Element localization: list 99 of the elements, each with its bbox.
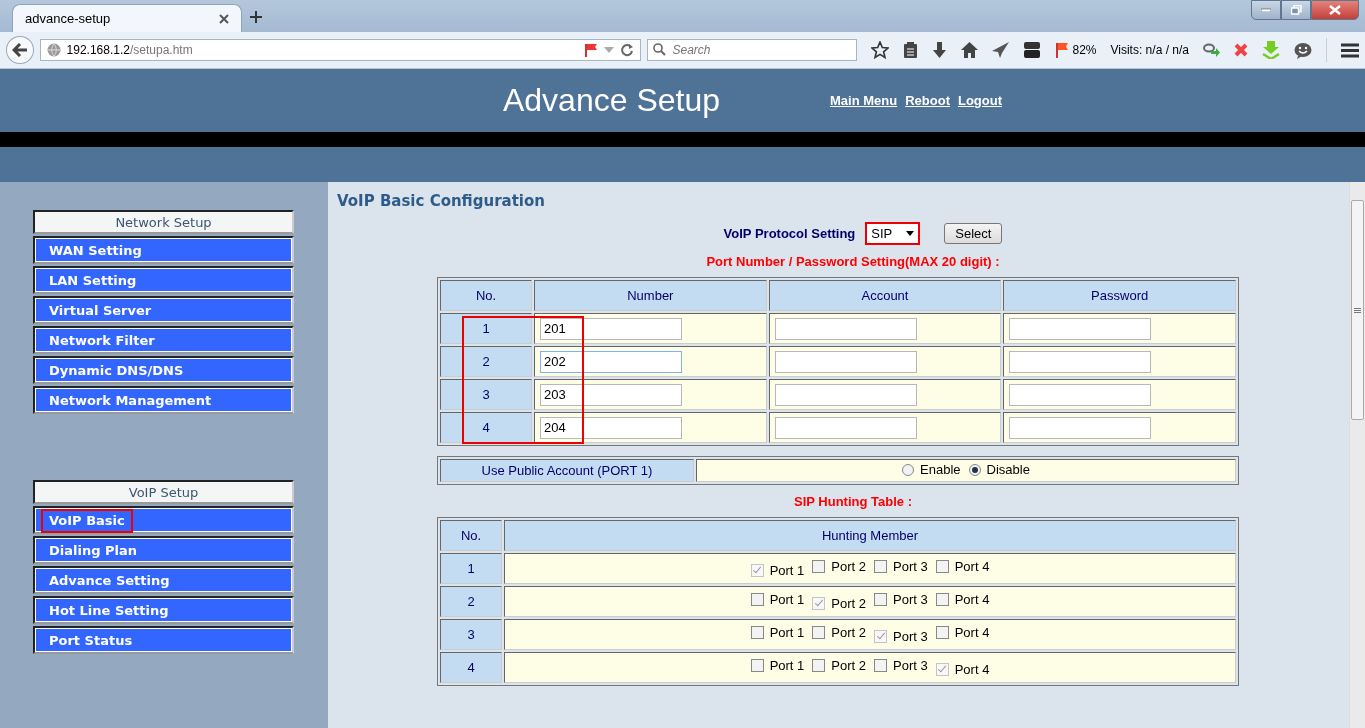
column-header: Account <box>768 280 1002 311</box>
menu-item[interactable]: WAN Setting <box>33 236 294 264</box>
menu-item[interactable]: Network Management <box>33 386 294 414</box>
checkbox-option[interactable]: Port 3 <box>874 559 928 575</box>
menu-item[interactable]: Virtual Server <box>33 296 294 324</box>
menu-item[interactable]: Dynamic DNS/DNS <box>33 356 294 384</box>
column-header: Number <box>534 280 767 311</box>
page-title: Advance Setup <box>502 82 720 119</box>
table-cell: Use Public Account (PORT 1) <box>440 459 694 482</box>
zoom-level: 82% <box>1072 43 1097 57</box>
password-field[interactable] <box>1009 416 1152 439</box>
table-cell: 1 <box>440 313 532 344</box>
column-header: Hunting Member <box>504 520 1236 551</box>
plus-icon[interactable] <box>250 11 262 23</box>
radio-option[interactable]: Disable <box>968 462 1030 478</box>
header-link[interactable]: Reboot <box>905 93 950 108</box>
header-link[interactable]: Logout <box>957 93 1002 108</box>
link-icon[interactable] <box>1203 43 1220 57</box>
checkbox-option[interactable]: Port 2 <box>812 625 866 641</box>
dropdown-arrow-icon <box>906 231 915 236</box>
back-arrow-icon <box>11 43 28 57</box>
cross-icon[interactable] <box>1234 43 1248 57</box>
home-icon[interactable] <box>961 42 979 58</box>
checkbox-option[interactable]: Port 3 <box>874 592 928 608</box>
checkbox-option[interactable]: Port 2 <box>812 559 866 575</box>
flag-icon[interactable] <box>584 43 599 57</box>
table-cell: 4 <box>440 412 532 443</box>
restore-icon <box>1290 5 1302 15</box>
menu-item[interactable]: Advance Setting <box>33 566 294 594</box>
menu-icon[interactable] <box>1341 42 1359 58</box>
section-title: SIP Hunting Table : <box>793 494 913 509</box>
account-field[interactable] <box>774 350 917 373</box>
checkbox-option[interactable]: Port 1 <box>750 592 805 608</box>
menu-item[interactable]: Network Filter <box>33 326 294 354</box>
download-icon[interactable] <box>932 41 948 59</box>
table-cell: 2 <box>440 586 502 617</box>
checkbox-option[interactable]: Port 1 <box>750 658 805 674</box>
section-title: Port Number / Password Setting(MAX 20 digit) : <box>705 254 1001 269</box>
checkbox-option[interactable]: Port 1 <box>750 625 805 641</box>
select-button[interactable]: Select <box>944 223 1003 244</box>
minimize-icon <box>1261 8 1271 12</box>
password-field[interactable] <box>1009 317 1152 340</box>
menu-item[interactable]: Hot Line Setting <box>33 596 294 624</box>
visits-counter: Visits: n/a / n/a <box>1110 43 1189 57</box>
menu-item[interactable]: Port Status <box>33 626 294 654</box>
minimize-button[interactable] <box>1251 0 1281 20</box>
header-link[interactable]: Main Menu <box>830 93 898 108</box>
column-header: No. <box>440 520 502 551</box>
search-field[interactable]: Search <box>647 39 858 61</box>
back-button[interactable] <box>6 36 34 64</box>
close-icon[interactable] <box>219 13 229 24</box>
chat-bubble-icon[interactable] <box>1294 41 1312 59</box>
menu-item[interactable]: VoIP Basic <box>33 506 294 534</box>
grip-icon <box>1354 307 1361 313</box>
radio-option[interactable]: Enable <box>902 462 961 478</box>
protocol-dropdown[interactable]: SIP <box>865 222 921 245</box>
table-cell: 3 <box>440 379 532 410</box>
account-field[interactable] <box>774 383 917 406</box>
address-bar[interactable]: 192.168.1.2/setupa.htm <box>39 39 642 61</box>
paper-plane-icon[interactable] <box>992 42 1010 58</box>
column-header: Password <box>1003 280 1236 311</box>
password-field[interactable] <box>1009 350 1152 373</box>
section-heading: VoIP Basic Configuration <box>337 192 545 210</box>
scrollbar[interactable] <box>1349 182 1365 728</box>
scroll-thumb[interactable] <box>1351 200 1364 420</box>
url-text: 192.168.1.2/setupa.htm <box>66 43 193 57</box>
close-icon <box>1329 5 1341 15</box>
restore-button[interactable] <box>1281 0 1311 20</box>
star-icon[interactable] <box>871 41 890 59</box>
search-icon <box>653 43 667 56</box>
column-header: No. <box>440 280 532 311</box>
number-field[interactable]: 202 <box>540 350 682 373</box>
protocol-label: VoIP Protocol Setting <box>723 226 856 241</box>
account-field[interactable] <box>774 317 917 340</box>
number-field[interactable]: 204 <box>540 416 682 439</box>
table-cell: 4 <box>440 652 502 683</box>
checkbox-option[interactable]: Port 2 <box>812 658 866 674</box>
checkbox-option[interactable]: Port 4 <box>935 592 990 608</box>
reload-icon[interactable] <box>620 43 635 57</box>
menu-heading: Network Setup <box>33 210 294 234</box>
flag-icon[interactable] <box>1055 42 1070 58</box>
checkbox-option[interactable]: Port 3 <box>874 658 928 674</box>
tab-title: advance-setup <box>25 11 112 26</box>
table-cell: 2 <box>440 346 532 377</box>
menu-item[interactable]: Dialing Plan <box>33 536 294 564</box>
menu-heading: VoIP Setup <box>33 480 294 504</box>
number-field[interactable]: 201 <box>540 317 682 340</box>
account-field[interactable] <box>774 416 917 439</box>
table-cell: 3 <box>440 619 502 650</box>
checkbox-option[interactable]: Port 4 <box>935 559 990 575</box>
clipboard-icon[interactable] <box>903 41 919 59</box>
globe-icon <box>46 43 61 57</box>
browser-tab[interactable]: advance-setup <box>12 4 242 32</box>
menu-item[interactable]: LAN Setting <box>33 266 294 294</box>
number-field[interactable]: 203 <box>540 383 682 406</box>
table-cell: 1 <box>440 553 502 584</box>
password-field[interactable] <box>1009 383 1152 406</box>
close-button[interactable] <box>1311 0 1359 20</box>
checkbox-option[interactable]: Port 4 <box>935 625 990 641</box>
